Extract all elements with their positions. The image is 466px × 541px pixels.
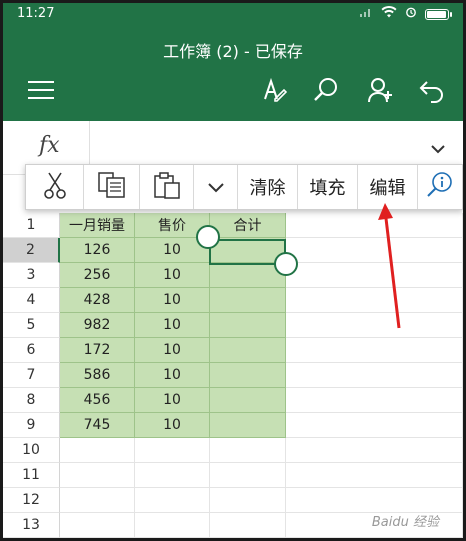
annotation-arrow [378, 203, 401, 329]
watermark: Baidu 经验 [371, 515, 439, 530]
screen: 11:27 工作簿 (2) - 已保存 fx 1 一月销量 售价 合计 2 12… [0, 0, 466, 541]
